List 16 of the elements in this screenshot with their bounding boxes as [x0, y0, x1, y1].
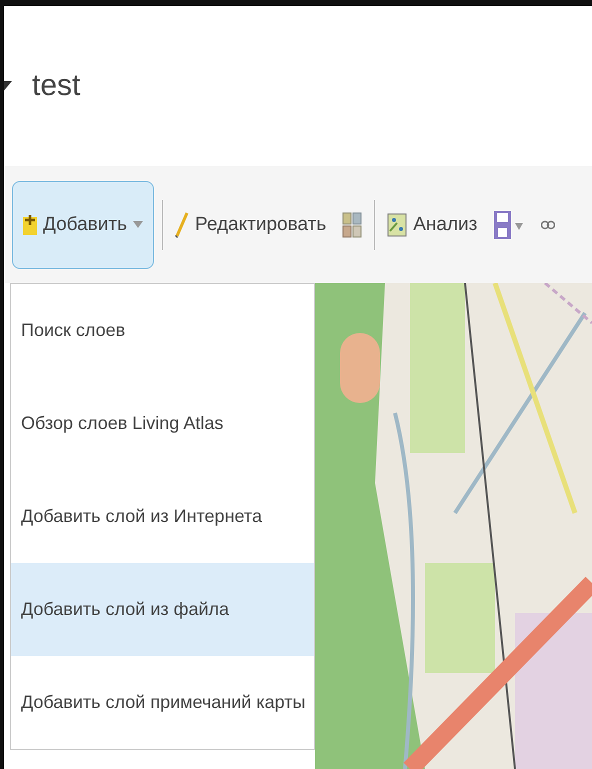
collapse-icon[interactable] — [4, 79, 12, 93]
floppy-disk-icon — [493, 210, 526, 240]
menu-item[interactable]: Добавить слой примечаний карты — [11, 656, 314, 749]
map-title: test — [32, 69, 80, 103]
menu-item[interactable]: Поиск слоев — [11, 284, 314, 377]
analysis-button[interactable]: Анализ — [383, 202, 482, 246]
caret-icon — [132, 220, 143, 228]
add-button[interactable]: Добавить — [12, 180, 154, 268]
pencil-icon — [174, 212, 189, 238]
map-grid-icon — [387, 212, 408, 236]
menu-item[interactable]: Обзор слоев Living Atlas — [11, 377, 314, 470]
menu-item[interactable]: Добавить слой из Интернета — [11, 470, 314, 563]
edit-button[interactable]: Редактировать — [170, 202, 330, 246]
grid-icon — [342, 212, 362, 238]
plus-icon — [23, 214, 37, 234]
menu-item[interactable]: Добавить слой из файла — [11, 563, 314, 656]
